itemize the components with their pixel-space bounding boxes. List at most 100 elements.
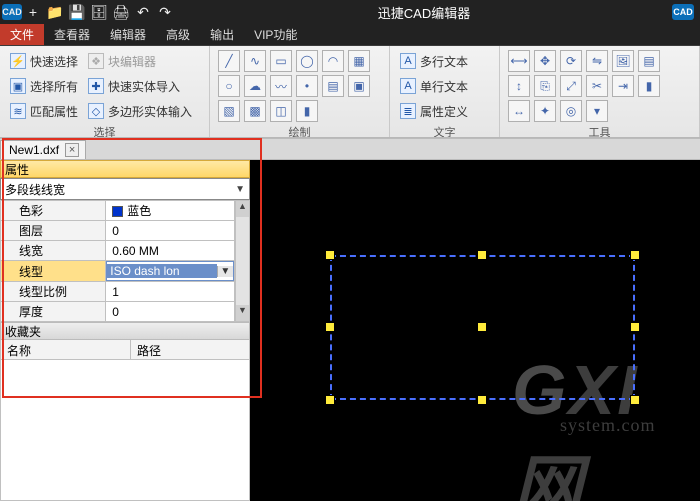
object-type-selector[interactable]: 多段线线宽 ▼: [0, 178, 250, 200]
move-icon[interactable]: ✥: [534, 50, 556, 72]
print-icon[interactable]: 🖨: [110, 1, 132, 23]
saveall-icon[interactable]: 🗄: [88, 1, 110, 23]
prop-value-layer[interactable]: 0: [106, 221, 235, 241]
grip-ml[interactable]: [325, 322, 335, 332]
scroll-up-icon[interactable]: ▲: [236, 201, 249, 217]
ribbon-group-tools: ⟷ ✥ ⟳ ⇋ 🖼 ▤ ↕ ⎘ ⤢ ✂ ⇥ ▮: [500, 46, 700, 137]
color-icon[interactable]: ▮: [638, 75, 660, 97]
draw-ellipse-icon[interactable]: ◯: [296, 50, 318, 72]
prop-value-ltscale[interactable]: 1: [106, 282, 235, 302]
save-icon[interactable]: 💾: [66, 1, 88, 23]
match-props-button[interactable]: ≋匹配属性: [8, 100, 80, 122]
layers-icon[interactable]: ▤: [638, 50, 660, 72]
object-type-label: 多段线线宽: [5, 181, 65, 198]
grip-mr[interactable]: [630, 322, 640, 332]
app-logo-icon[interactable]: CAD: [2, 4, 22, 20]
draw-region-icon[interactable]: ◫: [270, 100, 292, 122]
draw-hatch2-icon[interactable]: ▩: [244, 100, 266, 122]
fav-col-name[interactable]: 名称: [1, 340, 131, 359]
trim-icon[interactable]: ✂: [586, 75, 608, 97]
properties-scrollbar[interactable]: ▲ ▼: [235, 200, 250, 322]
group-caption-text: 文字: [398, 122, 491, 138]
watermark-sub: system.com: [560, 415, 656, 436]
polygon-entity-input-button[interactable]: ◇多边形实体输入: [86, 100, 194, 122]
explode-icon[interactable]: ✦: [534, 100, 556, 122]
draw-hatch-icon[interactable]: ▦: [348, 50, 370, 72]
new-icon[interactable]: +: [22, 1, 44, 23]
open-icon[interactable]: 📁: [44, 1, 66, 23]
document-tab[interactable]: New1.dxf ×: [0, 140, 86, 159]
multiline-text-button[interactable]: A多行文本: [398, 50, 470, 72]
dim2-icon[interactable]: ↕: [508, 75, 530, 97]
draw-polyline-icon[interactable]: ∿: [244, 50, 266, 72]
prop-row-layer[interactable]: 图层 0: [1, 221, 235, 241]
fav-col-path[interactable]: 路径: [131, 340, 167, 359]
draw-arc-icon[interactable]: ◠: [322, 50, 344, 72]
draw-fill-icon[interactable]: ▮: [296, 100, 318, 122]
tab-advanced[interactable]: 高级: [156, 24, 200, 45]
mirror-icon[interactable]: ⇋: [586, 50, 608, 72]
scroll-down-icon[interactable]: ▼: [236, 305, 249, 321]
quick-entity-import-icon: ✚: [88, 78, 104, 94]
prop-row-lineweight[interactable]: 线宽 0.60 MM: [1, 241, 235, 261]
attrdef-button[interactable]: ≣属性定义: [398, 100, 470, 122]
prop-value-linetype[interactable]: ISO dash lon ▼: [106, 261, 235, 282]
prop-value-thickness[interactable]: 0: [106, 302, 235, 322]
tab-editor[interactable]: 编辑器: [100, 24, 156, 45]
draw-spline-icon[interactable]: 〰: [270, 75, 292, 97]
draw-table-icon[interactable]: ▤: [322, 75, 344, 97]
drawing-canvas[interactable]: GXI 网 system.com: [250, 160, 700, 501]
favorites-columns: 名称 路径: [0, 340, 250, 360]
quick-select-button[interactable]: ⚡快速选择: [8, 50, 80, 72]
grip-tm[interactable]: [477, 250, 487, 260]
draw-image-icon[interactable]: ▧: [218, 100, 240, 122]
insert-image-icon[interactable]: 🖼: [612, 50, 634, 72]
more-icon[interactable]: ▾: [586, 100, 608, 122]
properties-header[interactable]: 属性: [0, 160, 250, 178]
tab-viewer[interactable]: 查看器: [44, 24, 100, 45]
draw-rect-icon[interactable]: ▭: [270, 50, 292, 72]
favorites-list[interactable]: [0, 360, 250, 501]
prop-value-color[interactable]: 蓝色: [106, 201, 235, 221]
undo-icon[interactable]: ↶: [132, 1, 154, 23]
select-all-button[interactable]: ▣选择所有: [8, 75, 80, 97]
quick-access-toolbar: CAD + 📁 💾 🗄 🖨 ↶ ↷: [0, 1, 176, 23]
prop-row-thickness[interactable]: 厚度 0: [1, 302, 235, 322]
extend-icon[interactable]: ⇥: [612, 75, 634, 97]
draw-line-icon[interactable]: ╱: [218, 50, 240, 72]
prop-row-color[interactable]: 色彩 蓝色: [1, 201, 235, 221]
tab-file[interactable]: 文件: [0, 24, 44, 45]
singleline-text-button[interactable]: A单行文本: [398, 75, 470, 97]
linetype-dropdown-icon[interactable]: ▼: [217, 266, 233, 277]
prop-label: 色彩: [1, 201, 106, 221]
grip-mm[interactable]: [477, 322, 487, 332]
dim3-icon[interactable]: ↔: [508, 100, 530, 122]
grip-bm[interactable]: [477, 395, 487, 405]
tab-vip[interactable]: VIP功能: [244, 24, 307, 45]
color-swatch-icon: [112, 206, 123, 217]
prop-label: 线宽: [1, 241, 106, 261]
prop-value-lineweight[interactable]: 0.60 MM: [106, 241, 235, 261]
favorites-header[interactable]: 收藏夹: [0, 322, 250, 340]
copy-icon[interactable]: ⎘: [534, 75, 556, 97]
grip-tl[interactable]: [325, 250, 335, 260]
scale-icon[interactable]: ⤢: [560, 75, 582, 97]
offset-icon[interactable]: ◎: [560, 100, 582, 122]
grip-tr[interactable]: [630, 250, 640, 260]
close-tab-icon[interactable]: ×: [65, 143, 79, 157]
grip-bl[interactable]: [325, 395, 335, 405]
draw-circle-icon[interactable]: ○: [218, 75, 240, 97]
draw-block-icon[interactable]: ▣: [348, 75, 370, 97]
quick-entity-import-button[interactable]: ✚快速实体导入: [86, 75, 194, 97]
draw-cloud-icon[interactable]: ☁: [244, 75, 266, 97]
tab-output[interactable]: 输出: [200, 24, 244, 45]
scroll-track[interactable]: [236, 217, 249, 305]
redo-icon[interactable]: ↷: [154, 1, 176, 23]
rotate-icon[interactable]: ⟳: [560, 50, 582, 72]
grip-br[interactable]: [630, 395, 640, 405]
draw-point-icon[interactable]: •: [296, 75, 318, 97]
prop-row-ltscale[interactable]: 线型比例 1: [1, 282, 235, 302]
linetype-input[interactable]: ISO dash lon: [107, 264, 217, 278]
dim-icon[interactable]: ⟷: [508, 50, 530, 72]
prop-row-linetype[interactable]: 线型 ISO dash lon ▼: [1, 261, 235, 282]
